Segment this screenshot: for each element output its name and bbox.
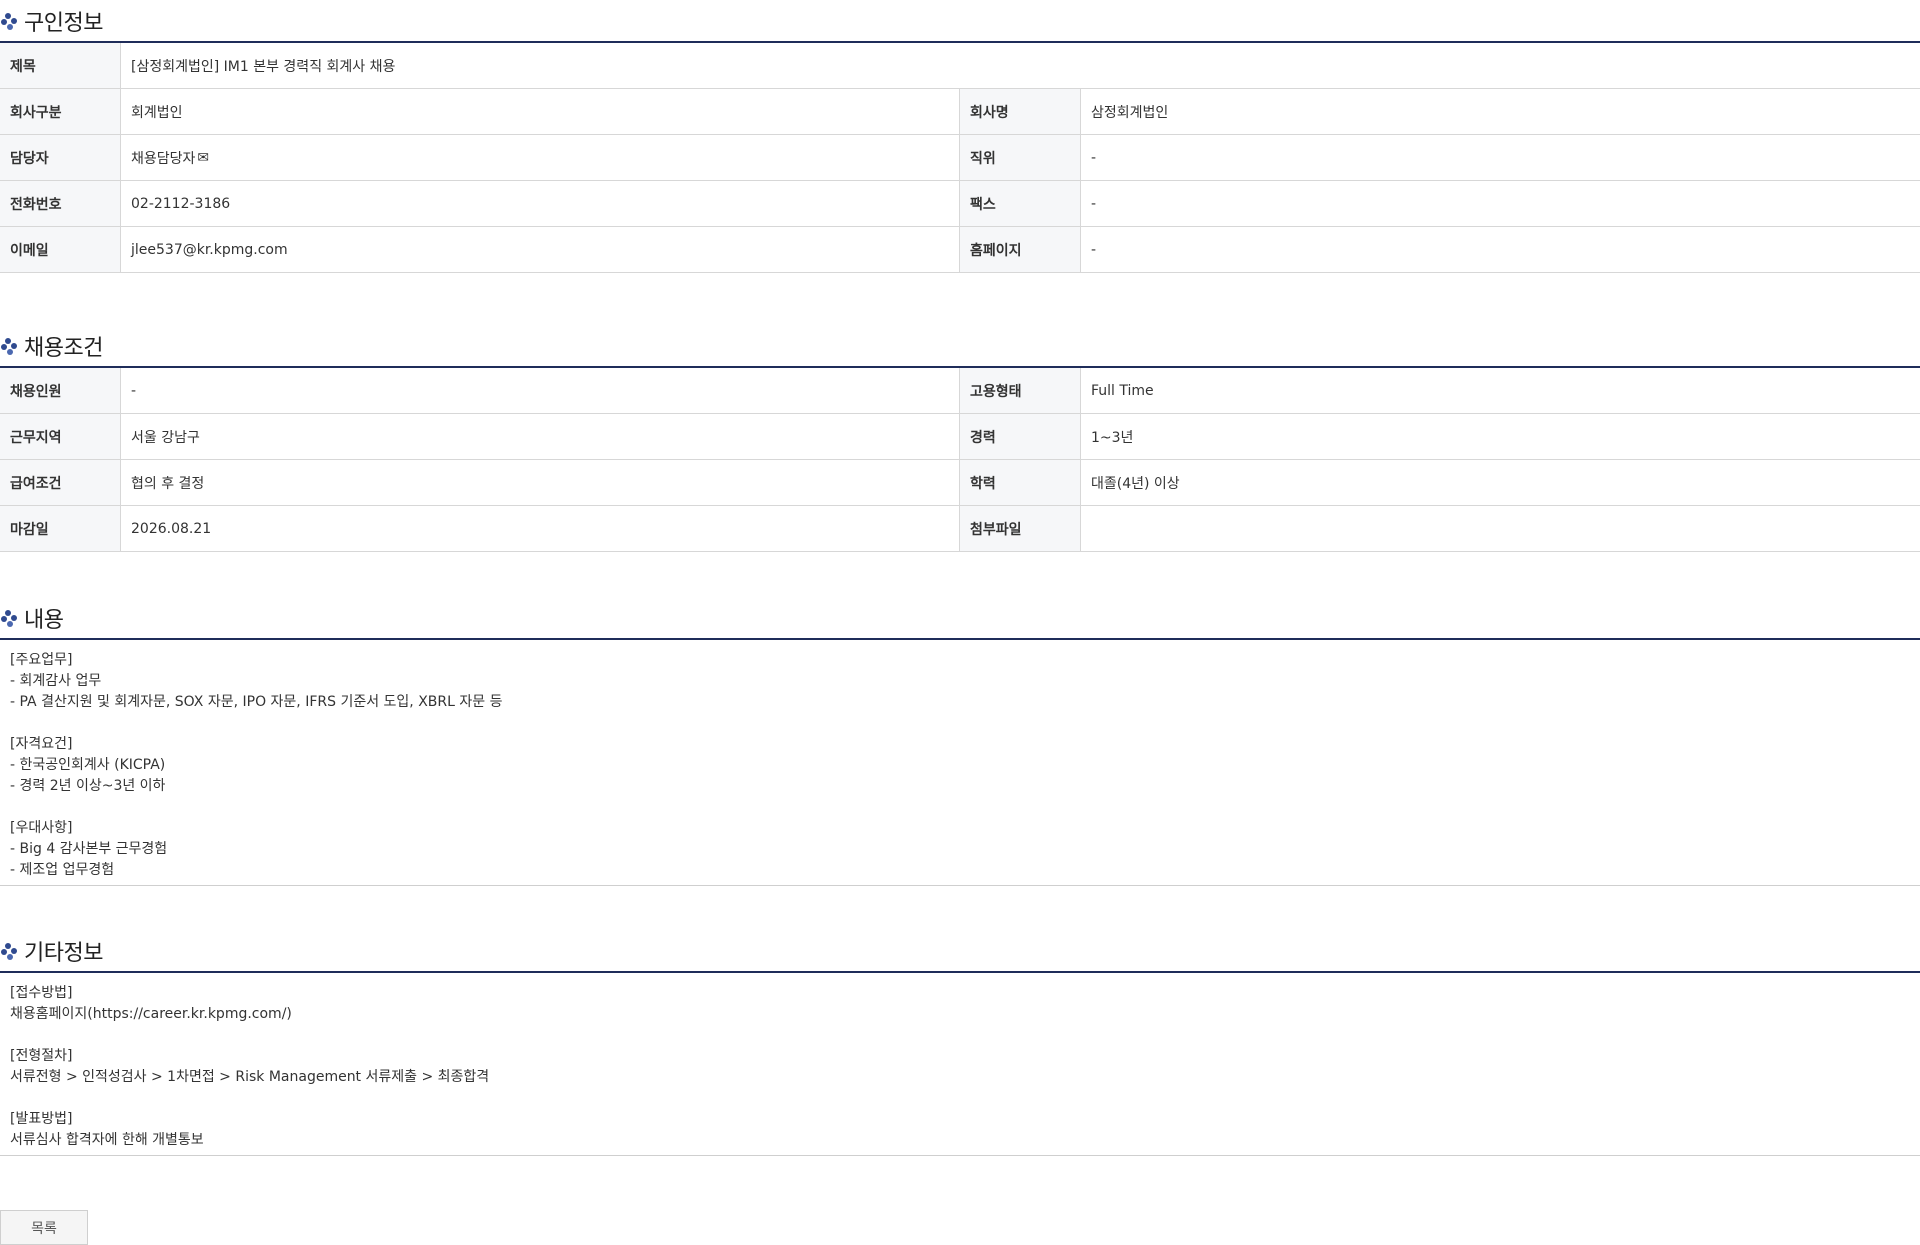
field-label: 제목 xyxy=(0,43,121,88)
field-label: 회사구분 xyxy=(0,89,121,134)
conditions-header: 채용조건 xyxy=(0,325,1920,368)
table-row: 담당자 채용담당자 ✉ 직위 - xyxy=(0,135,1920,181)
field-label: 고용형태 xyxy=(960,368,1081,413)
field-label: 마감일 xyxy=(0,506,121,551)
section-bullet-icon xyxy=(1,942,17,960)
conditions-section: 채용조건 채용인원 - 고용형태 Full Time 근무지역 서울 강남구 경… xyxy=(0,325,1920,552)
job-info-table: 제목 [삼정회계법인] IM1 본부 경력직 회계사 채용 회사구분 회계법인 … xyxy=(0,43,1920,273)
section-bullet-icon xyxy=(1,609,17,627)
field-label: 회사명 xyxy=(960,89,1081,134)
content-line xyxy=(10,797,1910,818)
field-value: - xyxy=(1091,241,1097,258)
attachment-value xyxy=(1081,506,1920,551)
table-row: 회사구분 회계법인 회사명 삼정회계법인 xyxy=(0,89,1920,135)
field-value: 대졸(4년) 이상 xyxy=(1091,475,1180,492)
field-label: 첨부파일 xyxy=(960,506,1081,551)
field-value: 삼정회계법인 xyxy=(1091,104,1169,121)
contact-person-name: 채용담당자 xyxy=(131,150,196,167)
field-label: 전화번호 xyxy=(0,181,121,226)
etc-line: 서류심사 합격자에 한해 개별통보 xyxy=(10,1132,204,1148)
field-value: 회계법인 xyxy=(121,89,960,134)
field-value: jlee537@kr.kpmg.com xyxy=(121,227,960,272)
etc-line: 서류전형 > 인적성검사 > 1차면접 > Risk Management 서류… xyxy=(10,1069,490,1085)
field-value: 1~3년 xyxy=(1091,429,1134,446)
envelope-icon[interactable]: ✉ xyxy=(197,150,209,166)
etc-section: 기타정보 [접수방법] 채용홈페이지(https://career.kr.kpm… xyxy=(0,930,1920,1156)
field-label: 근무지역 xyxy=(0,414,121,459)
field-value: 2026.08.21 xyxy=(121,506,960,551)
table-row: 이메일 jlee537@kr.kpmg.com 홈페이지 - xyxy=(0,227,1920,273)
field-label: 채용인원 xyxy=(0,368,121,413)
job-info-section: 구인정보 제목 [삼정회계법인] IM1 본부 경력직 회계사 채용 회사구분 … xyxy=(0,0,1920,273)
field-value: 협의 후 결정 xyxy=(121,460,960,505)
section-bullet-icon xyxy=(1,337,17,355)
field-label: 이메일 xyxy=(0,227,121,272)
section-title: 내용 xyxy=(24,607,64,633)
field-label: 홈페이지 xyxy=(960,227,1081,272)
table-row: 채용인원 - 고용형태 Full Time xyxy=(0,368,1920,414)
content-line xyxy=(10,713,1910,734)
content-section: 내용 [주요업무] - 회계감사 업무 - PA 결산지원 및 회계자문, SO… xyxy=(0,597,1920,886)
table-row: 급여조건 협의 후 결정 학력 대졸(4년) 이상 xyxy=(0,460,1920,506)
etc-line xyxy=(10,1025,1910,1046)
field-label: 학력 xyxy=(960,460,1081,505)
field-value: - xyxy=(121,368,960,413)
field-value: - xyxy=(1091,195,1097,212)
content-line: [우대사항] xyxy=(10,820,73,836)
field-label: 담당자 xyxy=(0,135,121,180)
table-row: 마감일 2026.08.21 첨부파일 xyxy=(0,506,1920,552)
content-line: - 경력 2년 이상~3년 이하 xyxy=(10,778,166,794)
content-line: [자격요건] xyxy=(10,736,73,752)
section-title: 구인정보 xyxy=(24,10,103,36)
section-bullet-icon xyxy=(1,12,17,30)
section-title: 채용조건 xyxy=(24,335,103,361)
table-row: 근무지역 서울 강남구 경력 1~3년 xyxy=(0,414,1920,460)
section-title: 기타정보 xyxy=(24,940,103,966)
table-row: 전화번호 02-2112-3186 팩스 - xyxy=(0,181,1920,227)
field-label: 팩스 xyxy=(960,181,1081,226)
etc-line: 채용홈페이지(https://career.kr.kpmg.com/) xyxy=(10,1006,292,1022)
job-title-value: [삼정회계법인] IM1 본부 경력직 회계사 채용 xyxy=(131,58,396,75)
etc-line: [전형절차] xyxy=(10,1048,73,1064)
etc-header: 기타정보 xyxy=(0,930,1920,973)
etc-line: [발표방법] xyxy=(10,1111,73,1127)
field-label: 직위 xyxy=(960,135,1081,180)
field-value: - xyxy=(1091,149,1097,166)
content-line: - 한국공인회계사 (KICPA) xyxy=(10,757,166,773)
job-info-header: 구인정보 xyxy=(0,0,1920,43)
table-row: 제목 [삼정회계법인] IM1 본부 경력직 회계사 채용 xyxy=(0,43,1920,89)
content-line: - Big 4 감사본부 근무경험 xyxy=(10,841,168,857)
list-button[interactable]: 목록 xyxy=(0,1210,88,1245)
field-label: 경력 xyxy=(960,414,1081,459)
field-value: 서울 강남구 xyxy=(121,414,960,459)
content-line: - PA 결산지원 및 회계자문, SOX 자문, IPO 자문, IFRS 기… xyxy=(10,694,503,710)
content-line: - 회계감사 업무 xyxy=(10,673,102,689)
field-label: 급여조건 xyxy=(0,460,121,505)
contact-person-cell: 채용담당자 ✉ xyxy=(121,135,960,180)
etc-line: [접수방법] xyxy=(10,985,73,1001)
content-line: [주요업무] xyxy=(10,652,73,668)
conditions-table: 채용인원 - 고용형태 Full Time 근무지역 서울 강남구 경력 1~3… xyxy=(0,368,1920,552)
content-body: [주요업무] - 회계감사 업무 - PA 결산지원 및 회계자문, SOX 자… xyxy=(0,640,1920,886)
field-value: Full Time xyxy=(1091,382,1154,399)
content-line: - 제조업 업무경험 xyxy=(10,862,115,878)
field-value: 02-2112-3186 xyxy=(121,181,960,226)
etc-body: [접수방법] 채용홈페이지(https://career.kr.kpmg.com… xyxy=(0,973,1920,1156)
content-header: 내용 xyxy=(0,597,1920,640)
etc-line xyxy=(10,1088,1910,1109)
